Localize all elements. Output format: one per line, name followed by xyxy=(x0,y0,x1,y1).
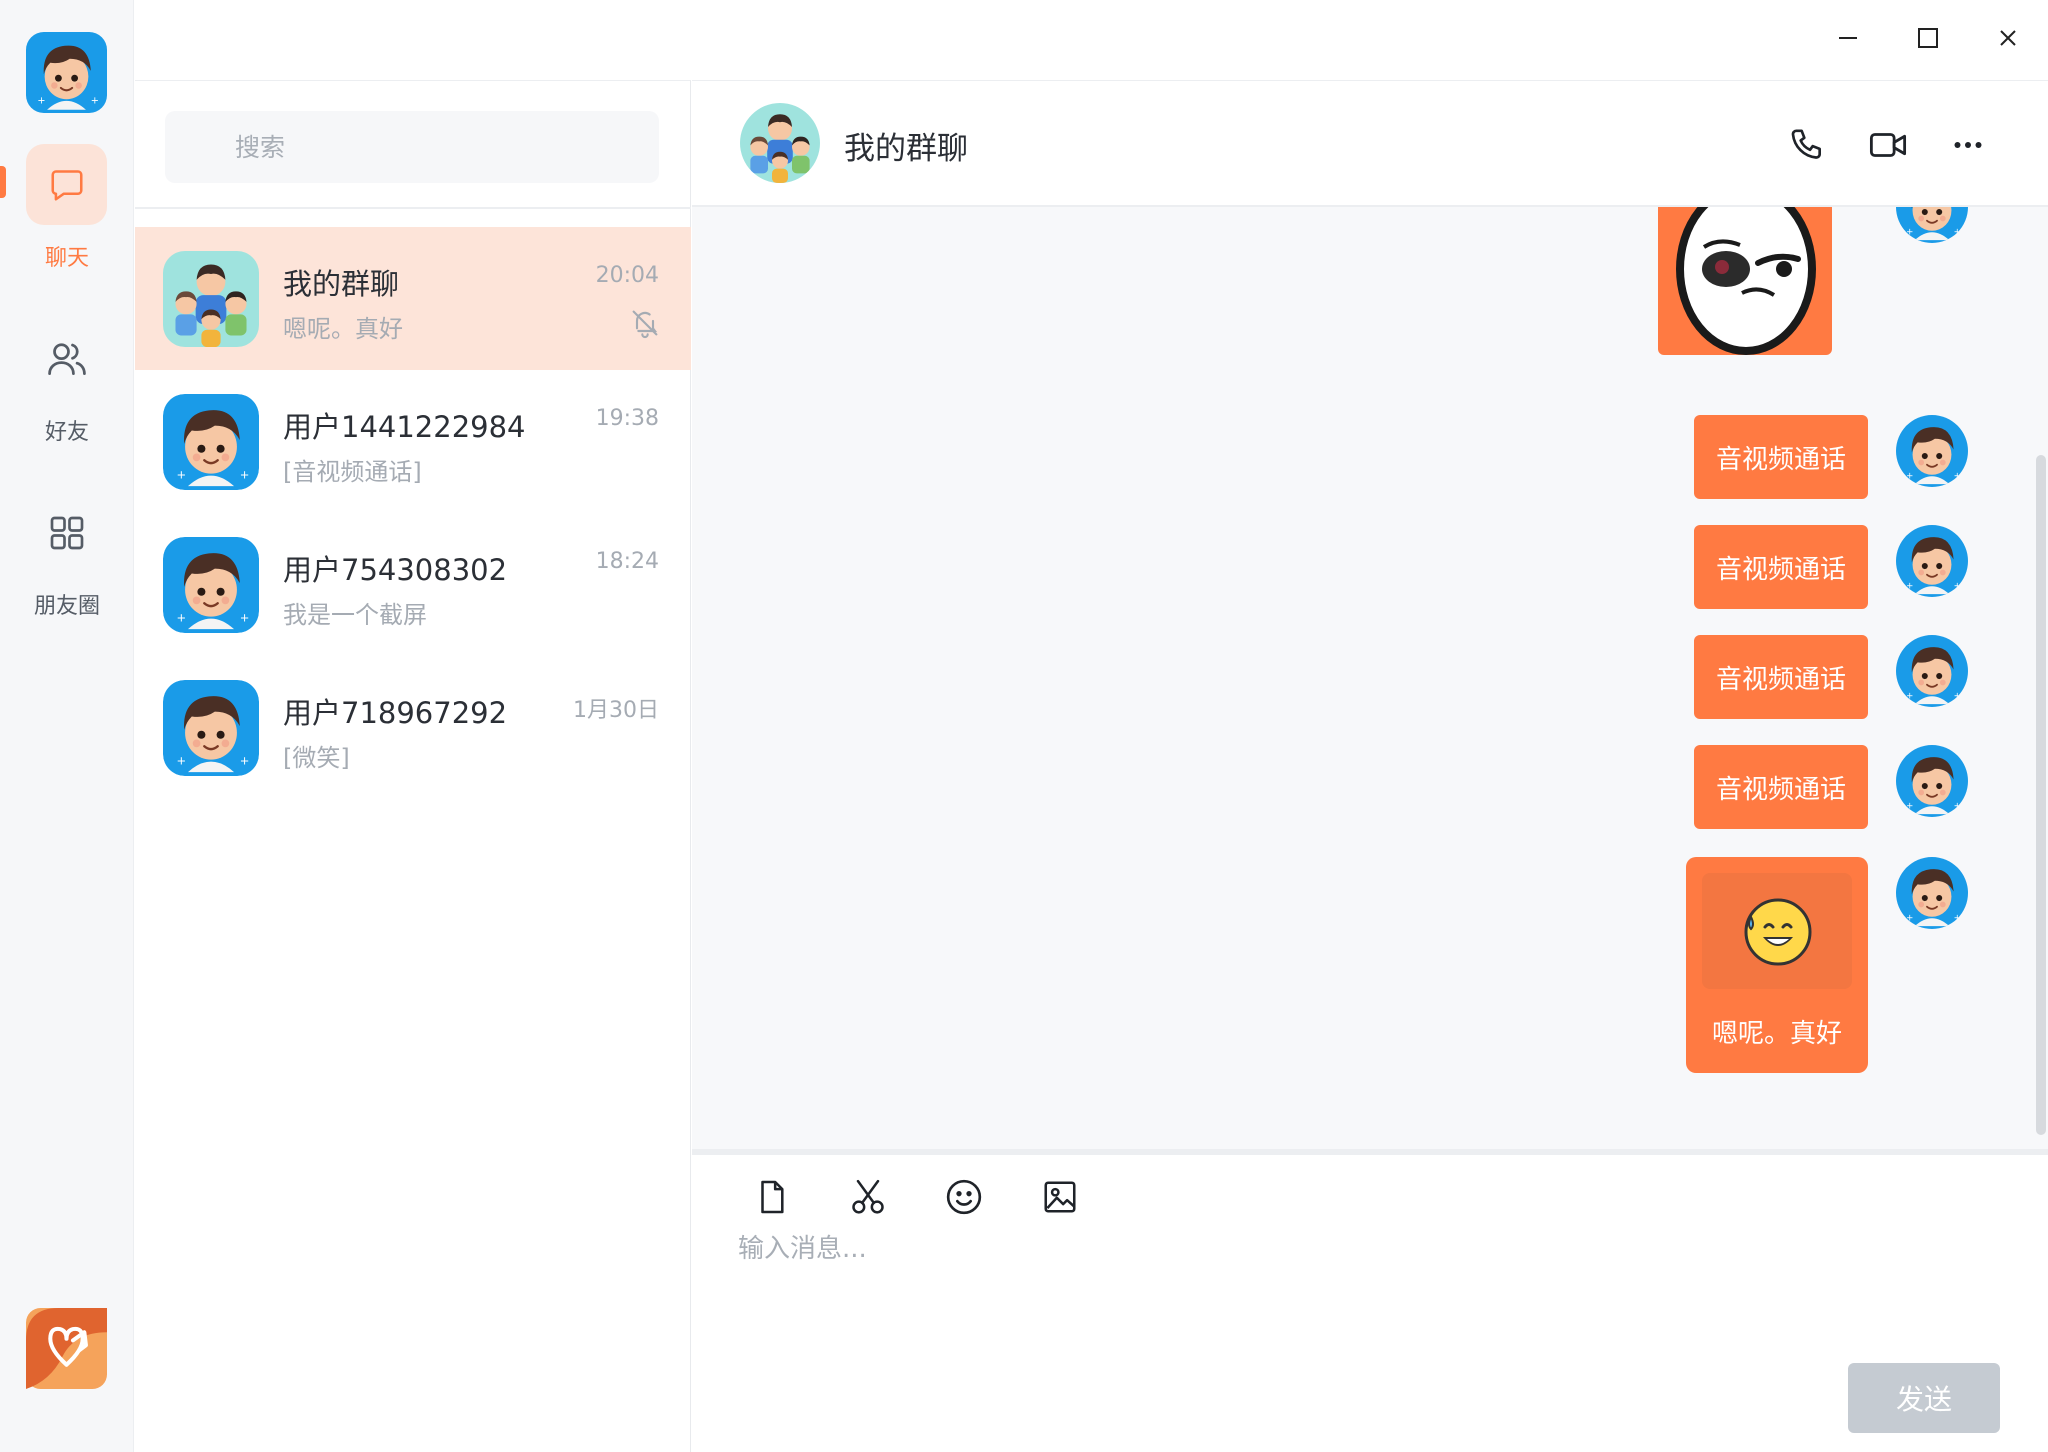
nav-item-label: 朋友圈 xyxy=(33,594,100,619)
conversation-preview: [微笑] xyxy=(283,744,350,772)
message-input[interactable] xyxy=(738,1225,1938,1273)
conversation-time: 18:24 xyxy=(595,549,659,574)
conversation-item[interactable]: 我的群聊 20:04 嗯呢。真好 xyxy=(135,227,691,370)
friends-icon xyxy=(26,318,107,399)
sender-avatar[interactable] xyxy=(1896,207,1968,243)
video-camera-icon[interactable] xyxy=(1864,121,1912,169)
image-icon[interactable] xyxy=(1036,1173,1084,1221)
sender-avatar[interactable] xyxy=(1896,415,1968,487)
conversation-item[interactable]: 用户718967292 1月30日 [微笑] xyxy=(135,656,691,799)
sweat-smile-emoji xyxy=(1702,873,1852,989)
user-profile-avatar[interactable] xyxy=(26,32,107,113)
send-button[interactable]: 发送 xyxy=(1848,1363,2000,1433)
search-input[interactable] xyxy=(165,111,659,183)
nav-item-moments[interactable]: 朋友圈 xyxy=(0,492,134,622)
conversation-name: 用户718967292 xyxy=(283,696,508,730)
user-avatar xyxy=(163,394,259,490)
message-bubble[interactable]: 音视频通话 xyxy=(1694,525,1868,609)
conversation-list: 我的群聊 20:04 嗯呢。真好 用户1441222984 19:38 [音视频… xyxy=(135,80,691,1452)
file-icon[interactable] xyxy=(748,1173,796,1221)
grid-apps-icon xyxy=(26,492,107,573)
sender-avatar[interactable] xyxy=(1896,525,1968,597)
message-bubble[interactable]: 音视频通话 xyxy=(1694,635,1868,719)
message-text: 嗯呢。真好 xyxy=(1711,1019,1842,1049)
nav-item-friends[interactable]: 好友 xyxy=(0,318,134,448)
sender-avatar[interactable] xyxy=(1896,857,1968,929)
maximize-icon[interactable] xyxy=(1908,18,1948,58)
scissors-icon[interactable] xyxy=(844,1173,892,1221)
conversation-item[interactable]: 用户754308302 18:24 我是一个截屏 xyxy=(135,513,691,656)
meme-face-sticker[interactable] xyxy=(1658,207,1832,355)
nav-item-chat[interactable]: 聊天 xyxy=(0,144,134,274)
message-bubble[interactable]: 音视频通话 xyxy=(1694,745,1868,829)
chat-app-window: 聊天 好友 朋友圈 搜索 我的群聊 20:04 嗯呢。真好 用户14412229… xyxy=(0,0,2048,1452)
nav-item-label: 好友 xyxy=(44,420,89,445)
message-composer: 发送 xyxy=(692,1155,2048,1452)
search-bar xyxy=(135,81,691,209)
user-avatar xyxy=(163,680,259,776)
conversation-name: 我的群聊 xyxy=(283,267,400,301)
phone-icon[interactable] xyxy=(1784,121,1832,169)
user-avatar xyxy=(163,537,259,633)
chat-panel: 我的群聊 音视频通话 音视频通话 音视频通话 音视频通话 嗯呢。真好 输入消息.… xyxy=(692,80,2048,1452)
minimize-icon[interactable] xyxy=(1828,18,1868,58)
conversation-name: 用户754308302 xyxy=(283,553,508,587)
conversation-preview: 我是一个截屏 xyxy=(283,601,427,629)
conversation-time: 19:38 xyxy=(595,406,659,431)
more-dots-icon[interactable] xyxy=(1944,121,1992,169)
conversation-item[interactable]: 用户1441222984 19:38 [音视频通话] xyxy=(135,370,691,513)
message-bubble[interactable]: 嗯呢。真好 xyxy=(1686,857,1868,1073)
conversation-time: 1月30日 xyxy=(573,698,659,723)
close-icon[interactable] xyxy=(1988,18,2028,58)
conversation-time: 20:04 xyxy=(595,263,659,288)
group-avatar[interactable] xyxy=(740,103,820,183)
nav-item-label: 聊天 xyxy=(44,246,89,271)
chat-bubble-icon xyxy=(26,144,107,225)
conversation-name: 用户1441222984 xyxy=(283,410,526,444)
sender-avatar[interactable] xyxy=(1896,745,1968,817)
group-avatar xyxy=(163,251,259,347)
message-list: 音视频通话 音视频通话 音视频通话 音视频通话 嗯呢。真好 xyxy=(692,207,2048,1149)
message-bubble[interactable]: 音视频通话 xyxy=(1694,415,1868,499)
sender-avatar[interactable] xyxy=(1896,635,1968,707)
chat-title: 我的群聊 xyxy=(844,131,968,167)
message-scrollbar[interactable] xyxy=(2036,455,2046,1135)
conversation-preview: 嗯呢。真好 xyxy=(283,315,403,343)
app-logo-icon[interactable] xyxy=(26,1308,107,1389)
nav-rail: 聊天 好友 朋友圈 xyxy=(0,0,134,1452)
conversation-preview: [音视频通话] xyxy=(283,458,422,486)
muted-bell-icon xyxy=(632,310,658,338)
chat-header: 我的群聊 xyxy=(692,80,2048,207)
emoji-icon[interactable] xyxy=(940,1173,988,1221)
